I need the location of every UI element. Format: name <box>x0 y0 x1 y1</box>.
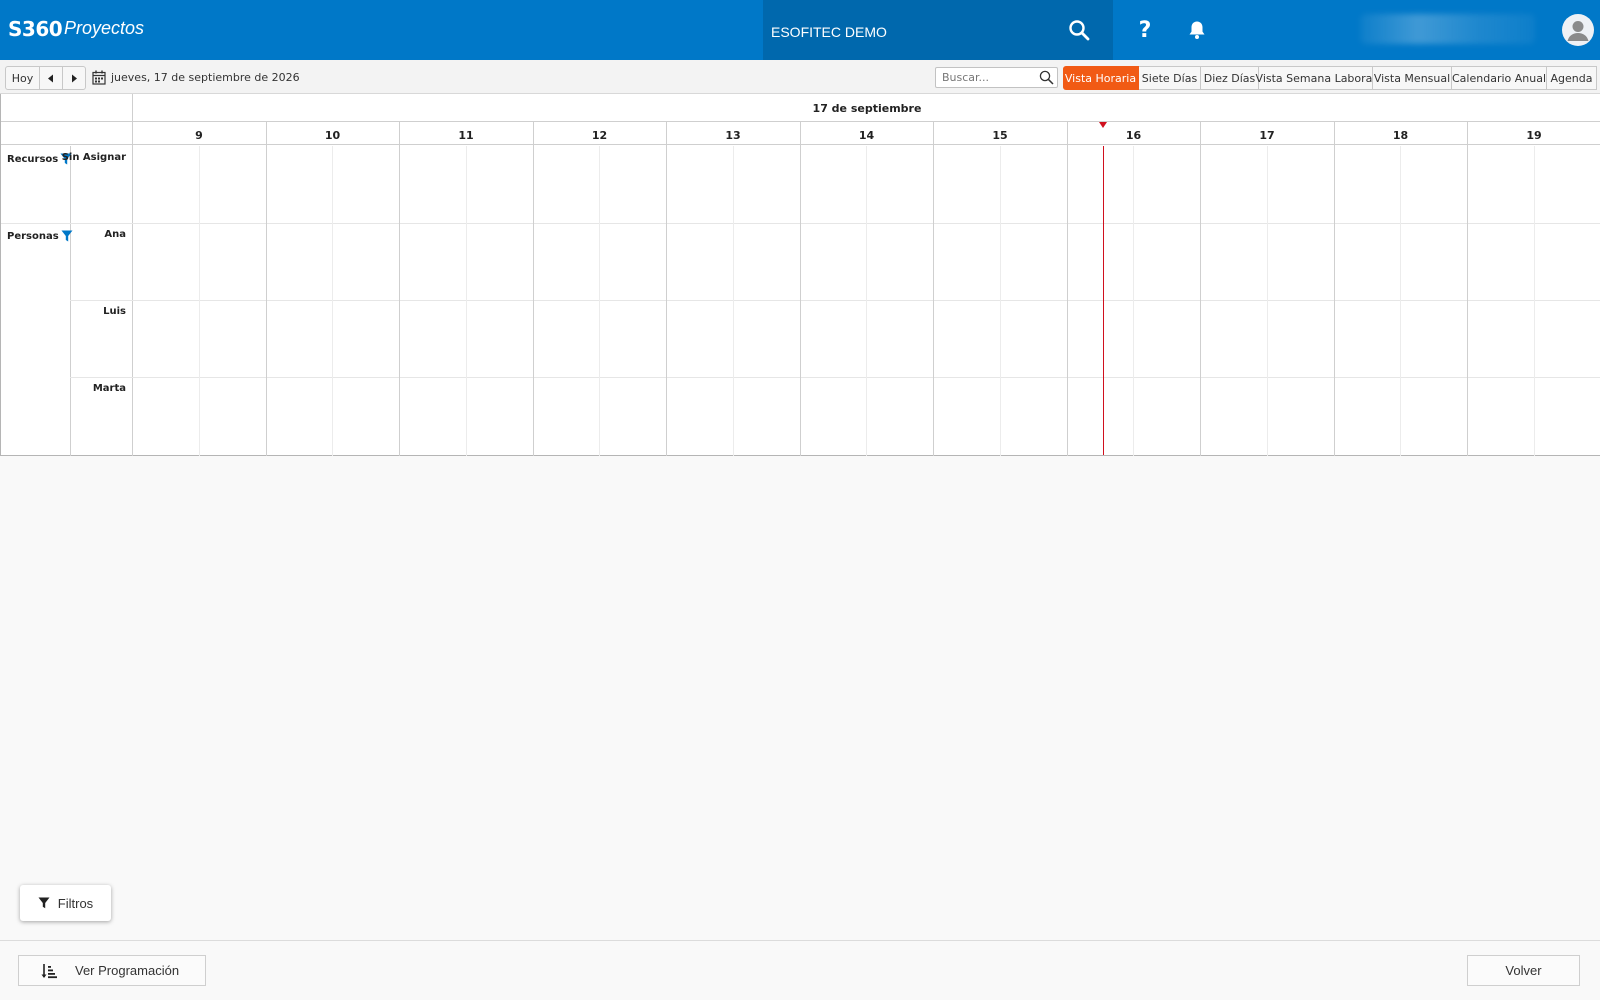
filter-icon[interactable] <box>61 230 73 242</box>
group-label-text: Personas <box>7 230 59 242</box>
filters-button[interactable]: Filtros <box>20 885 111 921</box>
grid-line <box>1 144 1600 145</box>
view-schedule-label: Ver Programación <box>75 963 180 978</box>
half-hour-line <box>1533 146 1535 456</box>
half-hour-line <box>198 146 200 456</box>
current-time-line <box>1103 146 1104 455</box>
half-hour-line <box>866 146 868 456</box>
today-button[interactable]: Hoy <box>5 66 40 90</box>
view-button-0[interactable]: Vista Horaria <box>1063 66 1139 90</box>
grid-line <box>132 94 133 456</box>
hour-column-line <box>1066 121 1068 456</box>
half-hour-line <box>999 146 1001 456</box>
hour-label: 18 <box>1392 129 1409 142</box>
scheduler-toolbar: Hoy jueves, 17 de septiembre de 2026 Vis… <box>0 60 1600 94</box>
view-button-2[interactable]: Diez Días <box>1201 66 1259 90</box>
group-separator <box>1 223 1600 224</box>
back-button[interactable]: Volver <box>1467 955 1580 986</box>
hour-label: 13 <box>725 129 741 142</box>
view-button-6[interactable]: Agenda <box>1547 66 1597 90</box>
top-bar: S360 Proyectos ESOFITEC DEMO ? <box>0 0 1600 60</box>
calendar-icon[interactable] <box>92 70 106 90</box>
arrow-left-icon <box>48 74 53 82</box>
help-icon[interactable]: ? <box>1129 14 1161 46</box>
resource-label: Ana <box>104 229 126 240</box>
date-header: 17 de septiembre <box>812 102 922 115</box>
hour-column-line <box>666 121 667 456</box>
grid-line <box>1 121 132 122</box>
half-hour-line <box>599 146 601 456</box>
resource-label: Luis <box>103 306 126 317</box>
scheduler-search <box>935 67 1058 88</box>
view-button-1[interactable]: Siete Días <box>1139 66 1201 90</box>
half-hour-line <box>1266 146 1268 456</box>
group-label-text: Recursos <box>7 153 59 165</box>
scheduler-grid: 17 de septiembre Recursos Sin Asignar Pers… <box>0 94 1600 456</box>
row-separator <box>70 377 1600 378</box>
hour-label: 19 <box>1526 129 1542 142</box>
filter-icon <box>38 897 50 909</box>
resource-label: Sin Asignar <box>61 152 126 163</box>
half-hour-line <box>732 146 734 456</box>
search-icon[interactable] <box>1039 70 1054 90</box>
hour-column-line <box>532 121 534 456</box>
view-schedule-button[interactable]: Ver Programación <box>18 955 206 986</box>
hour-column-line <box>799 121 801 456</box>
sort-list-icon <box>41 963 57 979</box>
current-date-label[interactable]: jueves, 17 de septiembre de 2026 <box>111 71 300 84</box>
hour-label: 12 <box>591 129 608 142</box>
bell-icon[interactable] <box>1181 14 1213 46</box>
resource-label: Marta <box>92 383 126 394</box>
view-button-5[interactable]: Calendario Anual <box>1452 66 1547 90</box>
hour-column-line <box>933 121 934 456</box>
half-hour-line <box>1133 146 1135 456</box>
module-title: Proyectos <box>64 18 145 38</box>
grid-line <box>70 146 71 456</box>
hour-label: 15 <box>992 129 1008 142</box>
filters-label: Filtros <box>57 895 94 911</box>
view-button-3[interactable]: Vista Semana Laboral <box>1256 66 1375 90</box>
user-avatar-icon[interactable] <box>1562 14 1594 46</box>
hour-label: 11 <box>458 129 474 142</box>
current-time-marker-icon <box>1099 122 1107 128</box>
half-hour-line <box>465 146 467 456</box>
hour-column-line <box>265 121 267 456</box>
company-name: ESOFITEC DEMO <box>771 24 887 40</box>
arrow-right-icon <box>72 74 77 82</box>
previous-button[interactable] <box>39 66 63 90</box>
hour-label: 17 <box>1259 129 1275 142</box>
next-button[interactable] <box>62 66 86 90</box>
footer-bar: Ver Programación Volver <box>0 940 1600 1000</box>
grid-line <box>132 121 1600 122</box>
hour-column-line <box>399 121 400 456</box>
row-separator <box>70 300 1600 301</box>
user-name-blurred <box>1360 14 1535 44</box>
scheduler-search-input[interactable] <box>936 68 1034 87</box>
company-selector[interactable]: ESOFITEC DEMO <box>763 0 1113 60</box>
hour-label: 10 <box>324 129 341 142</box>
hour-column-line <box>1200 121 1201 456</box>
brand-logo[interactable]: S360 <box>8 17 63 41</box>
view-button-4[interactable]: Vista Mensual <box>1373 66 1452 90</box>
half-hour-line <box>332 146 334 456</box>
hour-label: 16 <box>1125 129 1142 142</box>
hour-label: 14 <box>858 129 875 142</box>
half-hour-line <box>1400 146 1402 456</box>
hour-column-line <box>1467 121 1468 456</box>
group-label-1[interactable]: Personas <box>7 230 73 242</box>
hour-label: 9 <box>195 129 203 142</box>
search-icon[interactable] <box>1063 14 1095 46</box>
hour-column-line <box>1333 121 1335 456</box>
